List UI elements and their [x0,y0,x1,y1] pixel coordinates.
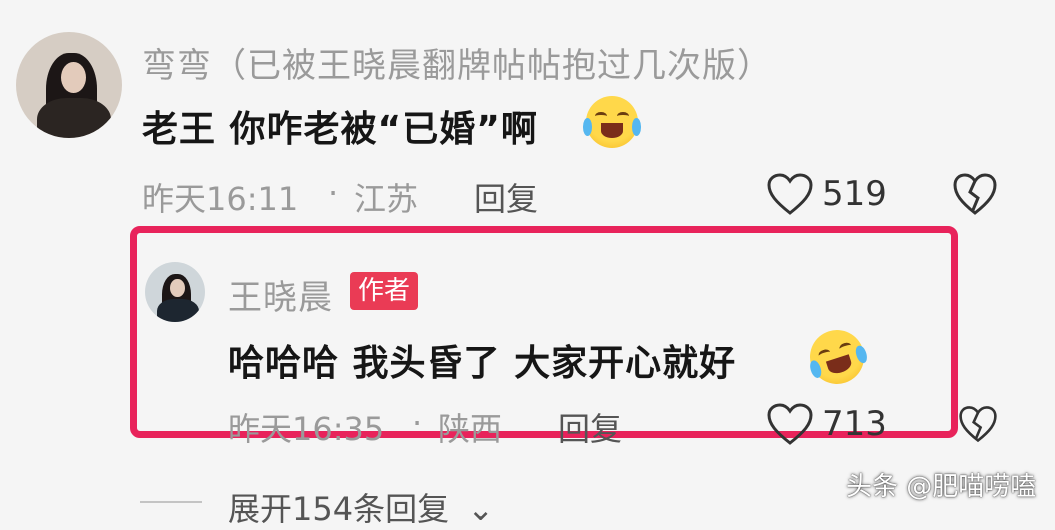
like-heart-icon[interactable] [766,402,814,446]
watermark: 头条 @肥喵唠嗑 [846,472,1037,502]
reply-button[interactable]: 回复 [558,404,622,450]
author-badge: 作者 [350,272,419,310]
reply-username[interactable]: 王晓晨 [228,270,333,319]
expand-replies-button[interactable]: 展开154条回复 ⌄ [228,484,494,530]
expand-divider [140,501,202,503]
comment-location: 江苏 [354,180,419,218]
expand-replies-label: 展开154条回复 [228,490,450,528]
reply-button[interactable]: 回复 [474,174,538,220]
chevron-down-icon: ⌄ [467,490,495,528]
comment-text: 老王 你咋老被“已婚”啊 [142,109,538,150]
like-count: 713 [822,404,887,444]
dislike-broken-heart-icon[interactable] [958,404,998,444]
reply-location: 陕西 [438,410,503,448]
reply-text: 哈哈哈 我头昏了 大家开心就好 [228,343,737,384]
like-heart-icon[interactable] [766,172,814,216]
comment-username[interactable]: 弯弯（已被王晓晨翻牌帖帖抱过几次版） [142,38,772,87]
avatar[interactable] [16,32,122,138]
dislike-broken-heart-icon[interactable] [952,172,998,216]
crying-laughing-emoji-icon [582,96,642,148]
comment-time: 昨天16:11 [142,180,299,218]
meta-separator: · [328,174,339,212]
meta-separator: · [412,404,423,442]
reply-avatar[interactable] [145,262,205,322]
reply-time: 昨天16:35 [228,410,385,448]
like-count: 519 [822,174,887,214]
